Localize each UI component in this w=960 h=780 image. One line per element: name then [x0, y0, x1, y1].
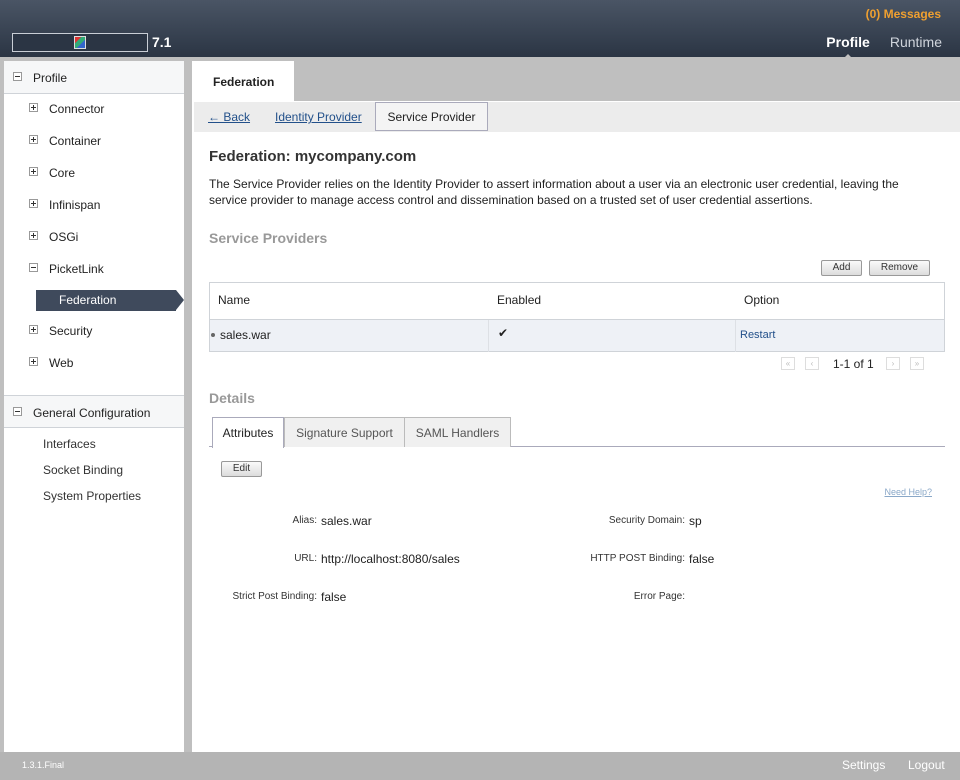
strict-post-binding-label: Strict Post Binding: [232, 591, 317, 602]
security-domain-label: Security Domain: [608, 515, 685, 526]
url-value: http://localhost:8080/sales [321, 552, 460, 566]
details-heading: Details [209, 390, 255, 406]
sidebar-item-container[interactable]: Container [4, 129, 184, 153]
sidebar-item-label: OSGi [49, 230, 79, 244]
column-header-name: Name [218, 293, 251, 307]
sidebar-item-system-properties[interactable]: System Properties [43, 489, 141, 503]
profile-section-header[interactable]: Profile [4, 61, 184, 94]
expand-icon[interactable] [29, 325, 38, 334]
general-config-label: General Configuration [33, 406, 151, 420]
settings-link[interactable]: Settings [842, 758, 885, 772]
tab-attributes[interactable]: Attributes [212, 417, 284, 448]
http-post-binding-value: false [689, 552, 715, 566]
row-name: sales.war [220, 328, 271, 342]
sidebar-item-label: Connector [49, 102, 105, 116]
tab-federation[interactable]: Federation [192, 61, 294, 101]
alias-value: sales.war [321, 514, 372, 528]
sidebar-item-label: Federation [59, 293, 117, 307]
footer-version: 1.3.1.Final [22, 760, 65, 770]
pager-status: 1-1 of 1 [833, 357, 874, 371]
sidebar-item-label: PicketLink [49, 262, 104, 276]
sidebar-item-osgi[interactable]: OSGi [4, 225, 184, 249]
back-link[interactable]: ← Back [208, 110, 250, 124]
security-domain-value: sp [689, 514, 702, 528]
service-providers-table: Name Enabled Option sales.war ✔ Restart [209, 282, 945, 352]
product-logo [12, 33, 148, 52]
table-row[interactable]: sales.war ✔ Restart [210, 319, 944, 352]
messages-link[interactable]: (0) Messages [866, 7, 941, 21]
service-providers-heading: Service Providers [209, 230, 328, 246]
restart-link[interactable]: Restart [740, 329, 775, 341]
url-label: URL: [294, 553, 317, 564]
column-divider [488, 320, 489, 352]
sidebar-item-interfaces[interactable]: Interfaces [43, 437, 96, 451]
tab-saml-handlers[interactable]: SAML Handlers [404, 417, 511, 447]
nav-profile[interactable]: Profile [826, 34, 870, 60]
need-help-link[interactable]: Need Help? [884, 487, 932, 497]
nav-runtime[interactable]: Runtime [890, 34, 942, 50]
expand-icon[interactable] [29, 357, 38, 366]
column-header-enabled: Enabled [497, 293, 542, 307]
http-post-binding-label: HTTP POST Binding: [590, 553, 685, 564]
tab-signature-support[interactable]: Signature Support [284, 417, 405, 447]
top-header: 7.1 (0) Messages Profile Runtime [0, 0, 960, 60]
expand-icon[interactable] [29, 103, 38, 112]
top-nav: Profile Runtime [826, 34, 942, 60]
logout-link[interactable]: Logout [908, 758, 945, 772]
row-marker-icon [211, 333, 215, 337]
error-page-label: Error Page: [633, 591, 685, 602]
column-divider [735, 320, 736, 352]
sidebar-item-federation[interactable]: Federation [36, 290, 184, 311]
sidebar-item-label: Container [49, 134, 102, 148]
product-version: 7.1 [152, 34, 172, 50]
detail-tabs: Attributes Signature Support SAML Handle… [209, 417, 945, 448]
footer: 1.3.1.Final Settings Logout [0, 752, 960, 780]
broken-image-icon [74, 36, 86, 49]
expand-icon[interactable] [29, 231, 38, 240]
column-header-option: Option [744, 293, 780, 307]
general-config-section-header[interactable]: General Configuration [4, 395, 184, 428]
sidebar-item-infinispan[interactable]: Infinispan [4, 193, 184, 217]
strict-post-binding-value: false [321, 590, 347, 604]
page-description: The Service Provider relies on the Ident… [209, 177, 899, 207]
last-page-icon[interactable]: » [910, 357, 924, 370]
profile-section-label: Profile [33, 71, 68, 85]
first-page-icon[interactable]: « [781, 357, 795, 370]
sidebar-item-label: Security [49, 324, 93, 338]
edit-button[interactable]: Edit [221, 461, 262, 477]
enabled-check-icon: ✔ [498, 326, 509, 340]
sidebar-item-connector[interactable]: Connector [4, 97, 184, 121]
collapse-icon[interactable] [13, 72, 22, 81]
identity-provider-link[interactable]: Identity Provider [275, 110, 362, 124]
expand-icon[interactable] [29, 167, 38, 176]
sidebar-item-label: Core [49, 166, 76, 180]
service-provider-tab[interactable]: Service Provider [375, 102, 488, 131]
remove-button[interactable]: Remove [869, 260, 930, 276]
sidebar: Profile Connector Container Core Infinis… [4, 61, 184, 752]
prev-page-icon[interactable]: ‹ [805, 357, 819, 370]
alias-label: Alias: [292, 515, 317, 526]
add-button[interactable]: Add [821, 260, 862, 276]
sidebar-item-picketlink[interactable]: PicketLink [4, 257, 184, 281]
sidebar-item-label: Web [49, 356, 74, 370]
page-title: Federation: mycompany.com [209, 148, 417, 165]
collapse-icon[interactable] [29, 263, 38, 272]
sidebar-item-web[interactable]: Web [4, 351, 184, 375]
sidebar-item-socket-binding[interactable]: Socket Binding [43, 463, 123, 477]
sidebar-item-security[interactable]: Security [4, 319, 184, 343]
next-page-icon[interactable]: › [886, 357, 900, 370]
subnav-bar: ← Back Identity Provider Service Provide… [194, 102, 960, 132]
sidebar-item-core[interactable]: Core [4, 161, 184, 185]
sidebar-item-label: Infinispan [49, 198, 101, 212]
expand-icon[interactable] [29, 199, 38, 208]
expand-icon[interactable] [29, 135, 38, 144]
collapse-icon[interactable] [13, 407, 22, 416]
